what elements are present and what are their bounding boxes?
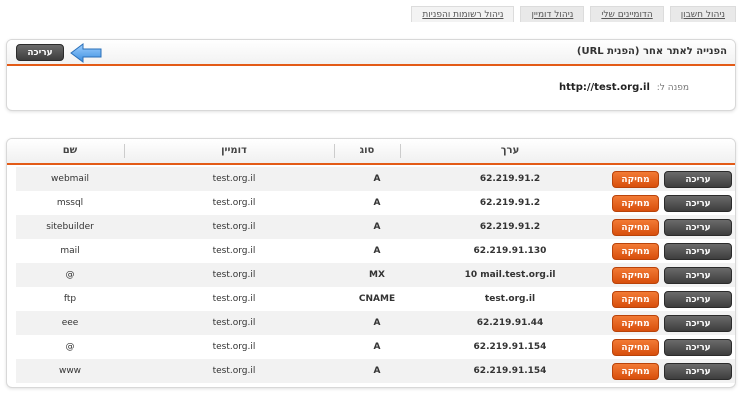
record-name: mssql (56, 198, 84, 208)
record-type: A (373, 366, 381, 376)
table-row: mail test.org.il A 62.219.91.130 מחיקה ע… (7, 239, 735, 263)
record-name: www (58, 366, 82, 376)
top-tabs: ניהול חשבון הדומיינים שלי ניהול דומיין נ… (411, 6, 736, 22)
record-domain: test.org.il (212, 294, 256, 304)
record-domain: test.org.il (212, 174, 256, 184)
delete-button[interactable]: מחיקה (612, 243, 659, 260)
record-name: @ (65, 342, 75, 352)
record-domain: test.org.il (212, 270, 256, 280)
delete-button[interactable]: מחיקה (612, 339, 659, 356)
record-value: 62.219.91.154 (473, 366, 547, 376)
record-name: ftp (63, 294, 77, 304)
table-row: eee test.org.il A 62.219.91.44 מחיקה ערי… (7, 311, 735, 335)
redirect-panel-title: הפנייה לאתר אחר (הפנית URL) (576, 46, 727, 57)
table-header: שם דומיין סוג ערך (7, 139, 735, 165)
record-value: test.org.il (484, 294, 536, 304)
record-value: 10 mail.test.org.il (464, 270, 556, 280)
delete-button[interactable]: מחיקה (612, 267, 659, 284)
record-name: webmail (51, 174, 89, 184)
record-type: CNAME (358, 294, 396, 304)
redirect-target-row: מפנה ל: http://test.org.il (559, 82, 689, 93)
delete-button[interactable]: מחיקה (612, 291, 659, 308)
record-type: A (373, 342, 381, 352)
table-row: webmail test.org.il A 62.219.91.2 מחיקה … (7, 167, 735, 191)
delete-button[interactable]: מחיקה (612, 195, 659, 212)
redirect-panel: הפנייה לאתר אחר (הפנית URL) עריכה מפנה ל… (6, 39, 736, 111)
delete-button[interactable]: מחיקה (612, 219, 659, 236)
record-domain: test.org.il (212, 342, 256, 352)
table-body: webmail test.org.il A 62.219.91.2 מחיקה … (7, 167, 735, 383)
table-row: www test.org.il A 62.219.91.154 מחיקה ער… (7, 359, 735, 383)
record-domain: test.org.il (212, 366, 256, 376)
record-type: A (373, 318, 381, 328)
edit-button[interactable]: עריכה (664, 363, 732, 380)
table-row: ftp test.org.il CNAME test.org.il מחיקה … (7, 287, 735, 311)
tab-my-domains[interactable]: הדומיינים שלי (590, 6, 664, 22)
header-domain: דומיין (221, 145, 247, 156)
redirect-target-label: מפנה ל: (656, 83, 689, 93)
delete-button[interactable]: מחיקה (612, 363, 659, 380)
record-domain: test.org.il (212, 198, 256, 208)
delete-button[interactable]: מחיקה (612, 315, 659, 332)
record-domain: test.org.il (212, 222, 256, 232)
record-value: 62.219.91.2 (479, 198, 541, 208)
record-name: sitebuilder (46, 222, 94, 232)
redirect-panel-header: הפנייה לאתר אחר (הפנית URL) עריכה (7, 40, 735, 66)
edit-button[interactable]: עריכה (664, 171, 732, 188)
edit-button[interactable]: עריכה (664, 267, 732, 284)
record-value: 62.219.91.2 (479, 174, 541, 184)
table-row: sitebuilder test.org.il A 62.219.91.2 מח… (7, 215, 735, 239)
header-value: ערך (500, 145, 520, 156)
record-type: A (373, 222, 381, 232)
record-value: 62.219.91.2 (479, 222, 541, 232)
record-domain: test.org.il (212, 246, 256, 256)
edit-button[interactable]: עריכה (664, 219, 732, 236)
record-domain: test.org.il (212, 318, 256, 328)
edit-button[interactable]: עריכה (664, 315, 732, 332)
record-type: MX (369, 270, 385, 280)
redirect-target-url: http://test.org.il (559, 82, 650, 93)
redirect-edit-button[interactable]: עריכה (16, 44, 64, 61)
edit-button[interactable]: עריכה (664, 339, 732, 356)
table-row: @ test.org.il A 62.219.91.154 מחיקה עריכ… (7, 335, 735, 359)
record-value: 62.219.91.130 (473, 246, 547, 256)
record-type: A (373, 174, 381, 184)
edit-button[interactable]: עריכה (664, 195, 732, 212)
header-name: שם (62, 145, 78, 156)
tab-account-management[interactable]: ניהול חשבון (669, 6, 736, 22)
record-value: 62.219.91.44 (476, 318, 544, 328)
left-arrow-icon (70, 43, 102, 63)
tab-records-and-redirects[interactable]: ניהול רשומות והפניות (411, 6, 515, 22)
record-name: @ (65, 270, 75, 280)
header-type: סוג (359, 145, 375, 156)
edit-button[interactable]: עריכה (664, 243, 732, 260)
dns-records-table: שם דומיין סוג ערך webmail test.org.il A … (6, 138, 736, 388)
record-name: mail (60, 246, 80, 256)
record-value: 62.219.91.154 (473, 342, 547, 352)
edit-button[interactable]: עריכה (664, 291, 732, 308)
tab-domain-management[interactable]: ניהול דומיין (520, 6, 585, 22)
record-type: A (373, 198, 381, 208)
table-row: @ test.org.il MX 10 mail.test.org.il מחי… (7, 263, 735, 287)
delete-button[interactable]: מחיקה (612, 171, 659, 188)
table-row: mssql test.org.il A 62.219.91.2 מחיקה ער… (7, 191, 735, 215)
record-name: eee (61, 318, 79, 328)
record-type: A (373, 246, 381, 256)
